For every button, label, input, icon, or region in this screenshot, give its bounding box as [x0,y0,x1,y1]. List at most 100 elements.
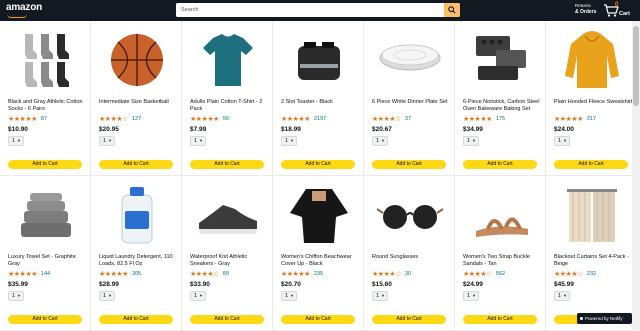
add-to-cart-button[interactable]: Add to Cart [281,160,355,169]
add-to-cart-button[interactable]: Add to Cart [190,315,264,324]
product-image[interactable] [186,182,269,248]
chevron-down-icon: ▼ [472,293,476,298]
rating-stars-icon: ★★★★☆ [190,271,219,278]
add-to-cart-button[interactable]: Add to Cart [190,160,264,169]
product-image[interactable] [368,182,451,248]
returns-orders-link[interactable]: Returns & Orders [575,3,596,15]
chevron-down-icon: ▼ [563,293,567,298]
quantity-select[interactable]: 1 ▼ [463,291,479,301]
product-title[interactable]: 2 Slot Toaster - Black [281,99,361,106]
orders-label: & Orders [575,9,597,15]
product-title[interactable]: Women's Chiffon Beachwear Cover Up - Bla… [281,254,361,268]
add-to-cart-button[interactable]: Add to Cart [8,160,82,169]
netlify-badge[interactable]: Powered by Netlify [577,313,632,324]
chevron-down-icon: ▼ [199,293,203,298]
add-to-cart-button[interactable]: Add to Cart [99,315,173,324]
quantity-select[interactable]: 1 ▼ [281,291,297,301]
quantity-select[interactable]: 1 ▼ [8,291,24,301]
product-image[interactable] [459,27,542,93]
product-grid: Black and Gray Athletic Cotton Socks - 6… [0,21,637,331]
add-to-cart-button[interactable]: Add to Cart [463,315,537,324]
search-bar [176,3,460,17]
quantity-select[interactable]: 1 ▼ [190,136,206,146]
review-count[interactable]: 87 [41,116,47,122]
quantity-select[interactable]: 1 ▼ [190,291,206,301]
product-title[interactable]: Black and Gray Athletic Cotton Socks - 6… [8,99,88,113]
quantity-select[interactable]: 1 ▼ [372,136,388,146]
quantity-select[interactable]: 1 ▼ [99,136,115,146]
product-card: 2 Slot Toaster - Black ★★★★★ 2197 $18.99 1 ▼ A… [273,21,364,176]
product-title[interactable]: Waterproof Knit Athletic Sneakers - Gray [190,254,270,268]
product-title[interactable]: 6-Piece Nonstick, Carbon Steel Oven Bake… [463,99,543,113]
product-title[interactable]: Luxury Towel Set - Graphite Gray [8,254,88,268]
add-to-cart-button[interactable]: Add to Cart [554,160,628,169]
product-title[interactable]: Women's Two Strap Buckle Sandals - Tan [463,254,543,268]
product-title[interactable]: Plain Hooded Fleece Sweatshirt [554,99,634,106]
quantity-value: 1 [285,138,289,144]
quantity-select[interactable]: 1 ▼ [554,136,570,146]
quantity-select[interactable]: 1 ▼ [99,291,115,301]
product-image[interactable] [550,182,633,248]
review-count[interactable]: 144 [41,271,50,277]
chevron-down-icon: ▼ [199,138,203,143]
add-to-cart-button[interactable]: Add to Cart [8,315,82,324]
search-button[interactable] [444,3,460,17]
quantity-select[interactable]: 1 ▼ [372,291,388,301]
review-count[interactable]: 175 [496,116,505,122]
rating-stars-icon: ★★★★★ [99,271,128,278]
review-count[interactable]: 562 [496,271,505,277]
coverup-image [289,189,348,243]
rating-stars-icon: ★★★★★ [190,116,219,123]
product-title[interactable]: Intermediate Size Basketball [99,99,179,106]
product-image[interactable] [95,182,178,248]
add-to-cart-button[interactable]: Add to Cart [372,315,446,324]
product-image[interactable] [368,27,451,93]
quantity-value: 1 [558,138,562,144]
product-image[interactable] [277,27,360,93]
scrollbar-thumb[interactable] [633,26,639,106]
amazon-logo[interactable]: amazon [6,2,42,18]
chevron-down-icon: ▼ [381,293,385,298]
search-input[interactable] [176,3,444,17]
product-image[interactable] [4,27,87,93]
product-rating: ★★★★☆ 127 [99,115,141,123]
rating-stars-icon: ★★★★☆ [99,116,128,123]
product-image[interactable] [277,182,360,248]
chevron-down-icon: ▼ [290,138,294,143]
review-count[interactable]: 2197 [314,116,326,122]
cart-link[interactable]: 0 Cart [603,2,633,19]
add-to-cart-button[interactable]: Add to Cart [281,315,355,324]
quantity-select[interactable]: 1 ▼ [281,136,297,146]
product-card: Women's Chiffon Beachwear Cover Up - Bla… [273,176,364,331]
add-to-cart-button[interactable]: Add to Cart [99,160,173,169]
quantity-select[interactable]: 1 ▼ [463,136,479,146]
review-count[interactable]: 235 [314,271,323,277]
review-count[interactable]: 37 [405,116,411,122]
quantity-select[interactable]: 1 ▼ [554,291,570,301]
product-image[interactable] [95,27,178,93]
review-count[interactable]: 127 [132,116,141,122]
review-count[interactable]: 56 [223,116,229,122]
rating-stars-icon: ★★★★☆ [372,116,401,123]
product-price: $28.99 [99,281,119,288]
product-image[interactable] [186,27,269,93]
product-title[interactable]: Adults Plain Cotton T-Shirt - 2 Pack [190,99,270,113]
review-count[interactable]: 30 [405,271,411,277]
product-title[interactable]: 6 Piece White Dinner Plate Set [372,99,452,106]
product-title[interactable]: Round Sunglasses [372,254,452,261]
review-count[interactable]: 305 [132,271,141,277]
quantity-select[interactable]: 1 ▼ [8,136,24,146]
add-to-cart-button[interactable]: Add to Cart [463,160,537,169]
product-image[interactable] [4,182,87,248]
page-scrollbar[interactable] [632,21,640,331]
product-image[interactable] [459,182,542,248]
review-count[interactable]: 232 [587,271,596,277]
review-count[interactable]: 317 [587,116,596,122]
product-title[interactable]: Liquid Laundry Detergent, 110 Loads, 82.… [99,254,179,268]
product-image[interactable] [550,27,633,93]
product-title[interactable]: Blackout Curtains Set 4-Pack - Beige [554,254,634,268]
product-rating: ★★★★★ 175 [463,115,505,123]
add-to-cart-button[interactable]: Add to Cart [372,160,446,169]
review-count[interactable]: 89 [223,271,229,277]
rating-stars-icon: ★★★★★ [8,116,37,123]
